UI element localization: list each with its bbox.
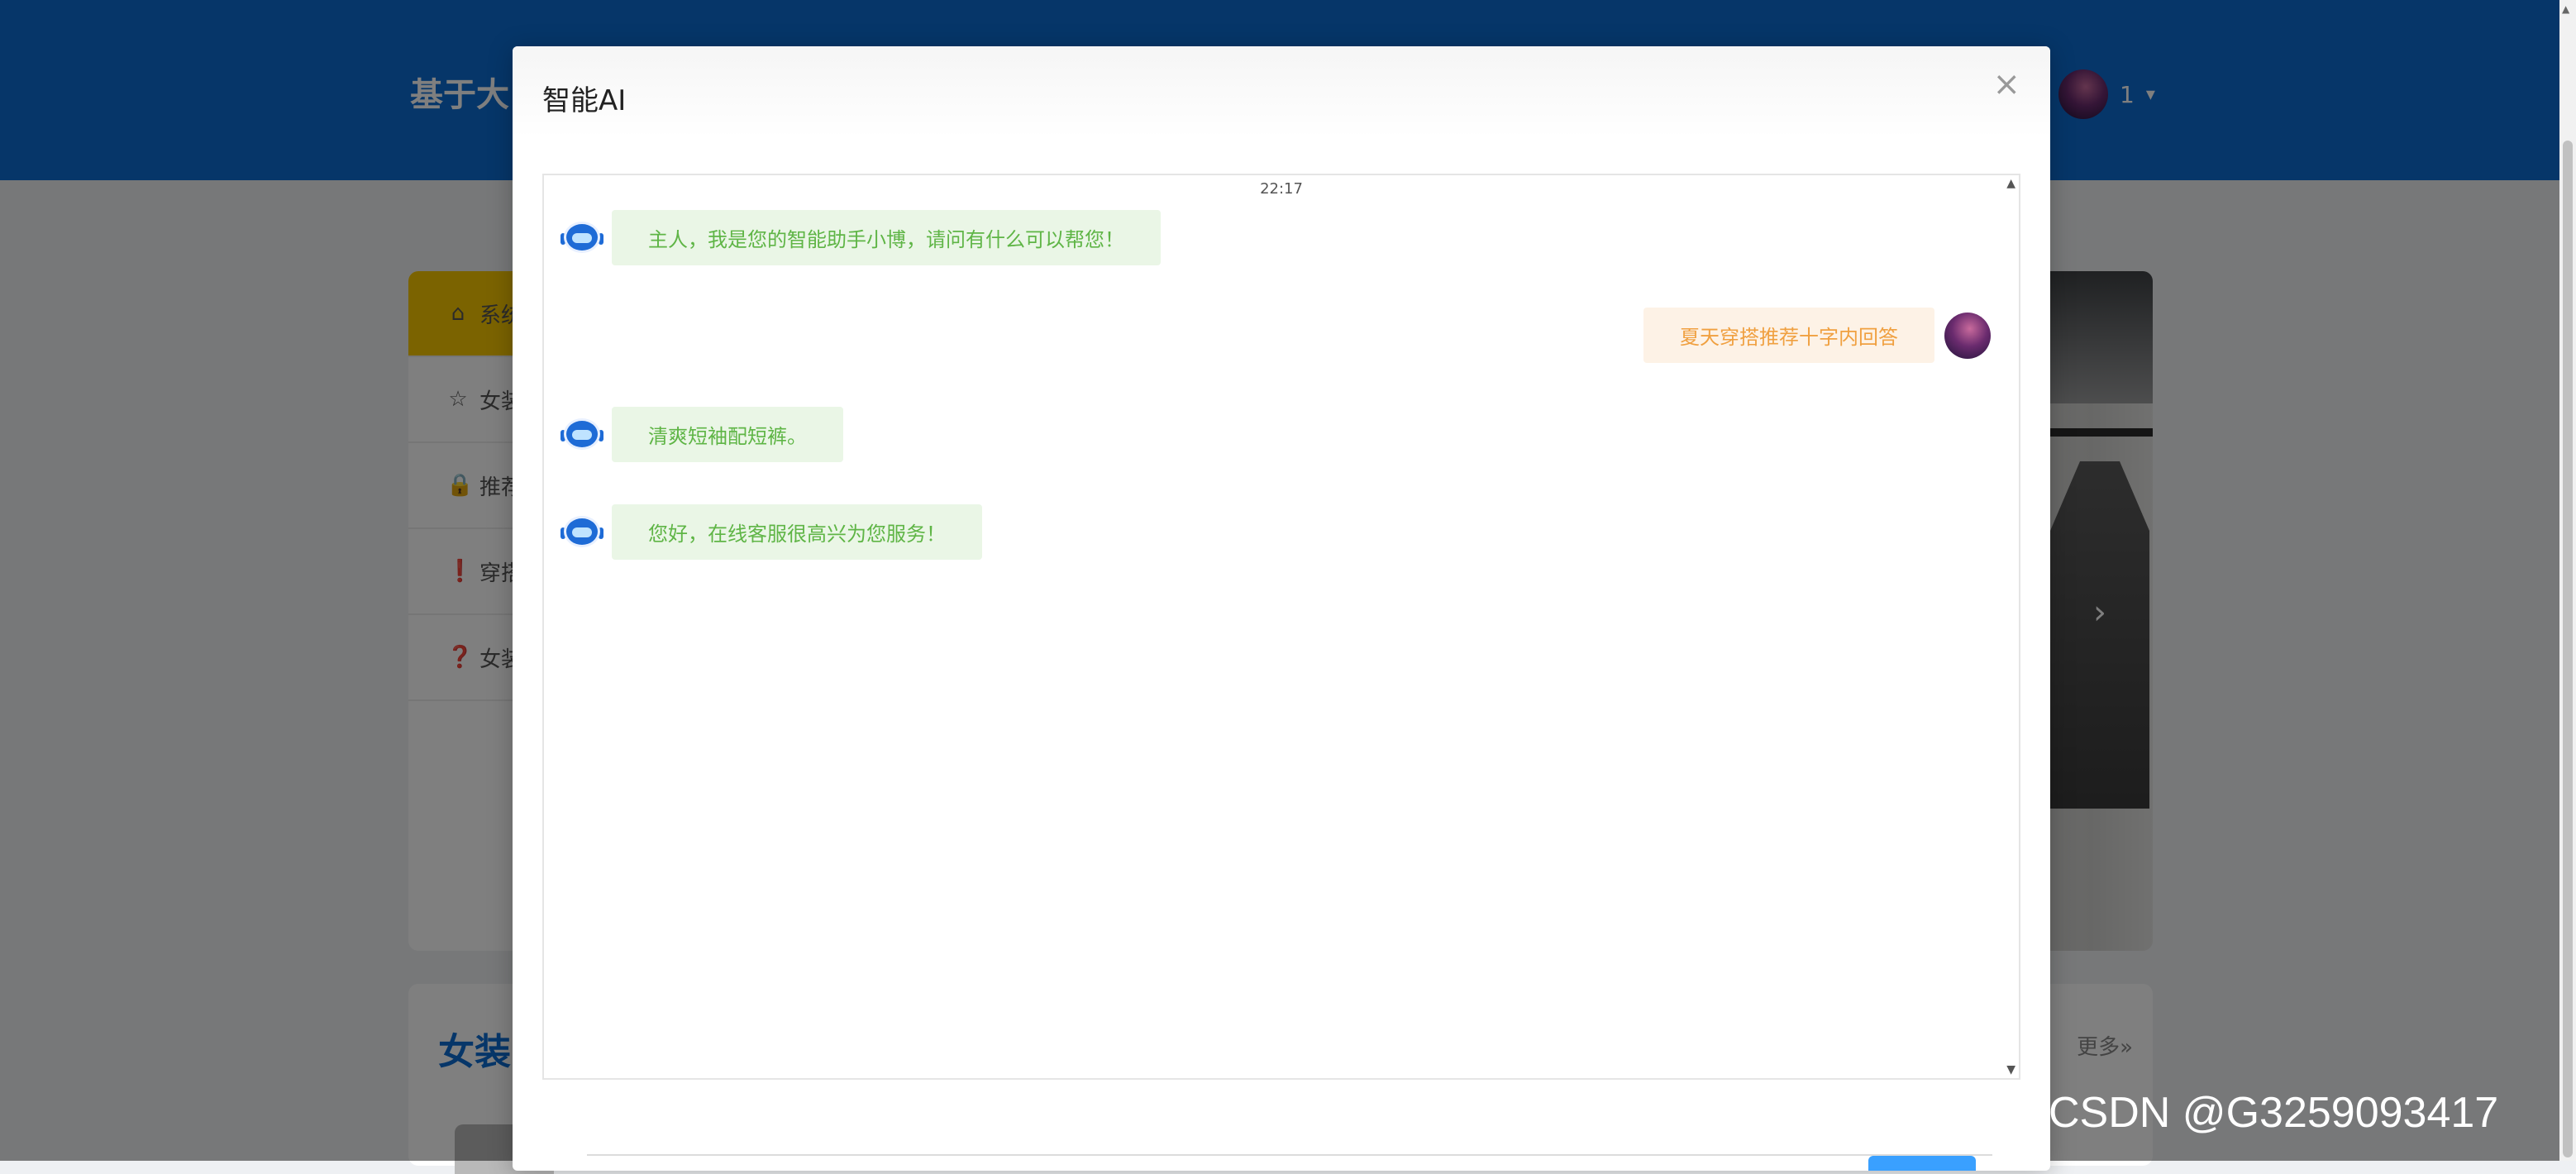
chat-message-bot: 您好，在线客服很高兴为您服务！	[561, 504, 982, 560]
ai-chat-dialog: 智能AI × 22:17 ▲ ▼ 主人，我是您的智能助手小博，请问有什么可以帮您…	[513, 46, 2050, 1171]
chat-history[interactable]: 22:17 ▲ ▼ 主人，我是您的智能助手小博，请问有什么可以帮您！ 夏天穿搭推…	[542, 174, 2020, 1080]
watermark: CSDN @G3259093417	[2049, 1089, 2499, 1137]
chat-bubble: 主人，我是您的智能助手小博，请问有什么可以帮您！	[612, 210, 1161, 265]
chat-bubble: 您好，在线客服很高兴为您服务！	[612, 504, 982, 560]
chat-timestamp: 22:17	[1260, 180, 1303, 198]
close-icon[interactable]: ×	[1992, 68, 2020, 101]
chat-message-bot: 清爽短袖配短裤。	[561, 407, 843, 462]
robot-icon	[561, 217, 603, 260]
scroll-up-icon[interactable]: ▲	[2006, 177, 2015, 190]
robot-icon	[561, 511, 603, 554]
chat-message-user: 夏天穿搭推荐十字内回答	[1643, 308, 1991, 363]
chat-input[interactable]	[587, 1154, 1992, 1171]
dialog-title: 智能AI	[542, 84, 627, 117]
chat-bubble: 夏天穿搭推荐十字内回答	[1643, 308, 1934, 363]
scroll-up-icon[interactable]: ▲	[2562, 3, 2569, 15]
dialog-header: 智能AI ×	[513, 46, 2050, 137]
chat-message-bot: 主人，我是您的智能助手小博，请问有什么可以帮您！	[561, 210, 1161, 265]
robot-icon	[561, 413, 603, 456]
scrollbar-thumb[interactable]	[2563, 141, 2573, 1157]
send-button[interactable]	[1868, 1156, 1976, 1171]
user-avatar	[1944, 312, 1991, 359]
page-scrollbar[interactable]: ▲	[2559, 0, 2576, 1161]
chat-bubble: 清爽短袖配短裤。	[612, 407, 843, 462]
scroll-down-icon[interactable]: ▼	[2006, 1063, 2015, 1076]
